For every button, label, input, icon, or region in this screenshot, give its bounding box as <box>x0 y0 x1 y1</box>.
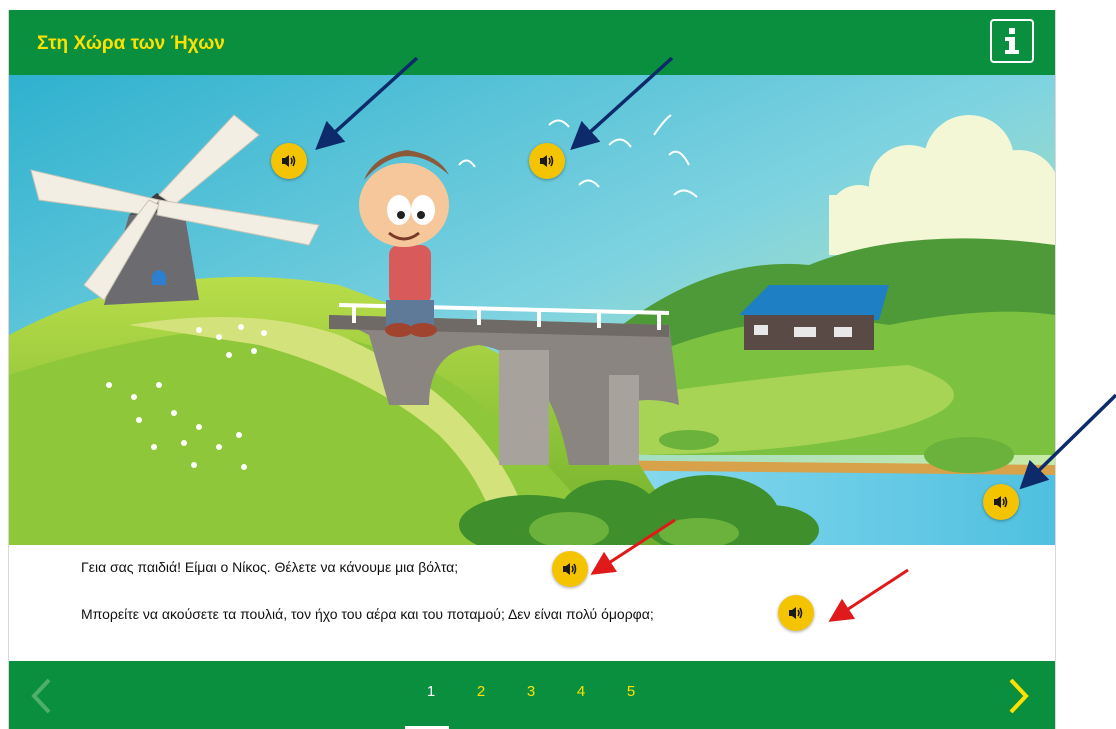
info-icon <box>1005 28 1019 54</box>
page-link-3[interactable]: 3 <box>517 683 545 700</box>
next-page-button[interactable] <box>1007 677 1031 720</box>
sound-button-birds[interactable] <box>529 143 565 179</box>
page-link-2[interactable]: 2 <box>467 683 495 700</box>
speaker-icon <box>789 607 803 619</box>
page-link-4[interactable]: 4 <box>567 683 595 700</box>
speaker-icon <box>994 496 1008 508</box>
page-link-5[interactable]: 5 <box>617 683 645 700</box>
dialogue-line-2: Μπορείτε να ακούσετε τα πουλιά, τον ήχο … <box>81 606 654 622</box>
page-title: Στη Χώρα των Ήχων <box>37 33 225 54</box>
dialogue-line-1: Γεια σας παιδιά! Είμαι ο Νίκος. Θέλετε ν… <box>81 559 459 575</box>
sound-button-river[interactable] <box>983 484 1019 520</box>
header-bar: Στη Χώρα των Ήχων <box>9 10 1055 75</box>
landscape-illustration <box>9 75 1055 545</box>
speaker-icon <box>282 155 296 167</box>
speaker-icon <box>540 155 554 167</box>
sound-button-windmill[interactable] <box>271 143 307 179</box>
illustration-scene <box>9 75 1055 545</box>
page-link-1[interactable]: 1 <box>417 683 445 700</box>
app-frame: Στη Χώρα των Ήχων Γεια σας παιδιά! Είμαι… <box>8 10 1056 729</box>
sound-button-line-1[interactable] <box>552 551 588 587</box>
prev-page-button[interactable] <box>29 677 53 720</box>
chevron-left-icon <box>31 678 51 714</box>
sound-button-line-2[interactable] <box>778 595 814 631</box>
footer-nav: 1 2 3 4 5 <box>9 661 1055 729</box>
speaker-icon <box>563 563 577 575</box>
chevron-right-icon <box>1009 678 1029 714</box>
info-button[interactable] <box>990 19 1034 63</box>
